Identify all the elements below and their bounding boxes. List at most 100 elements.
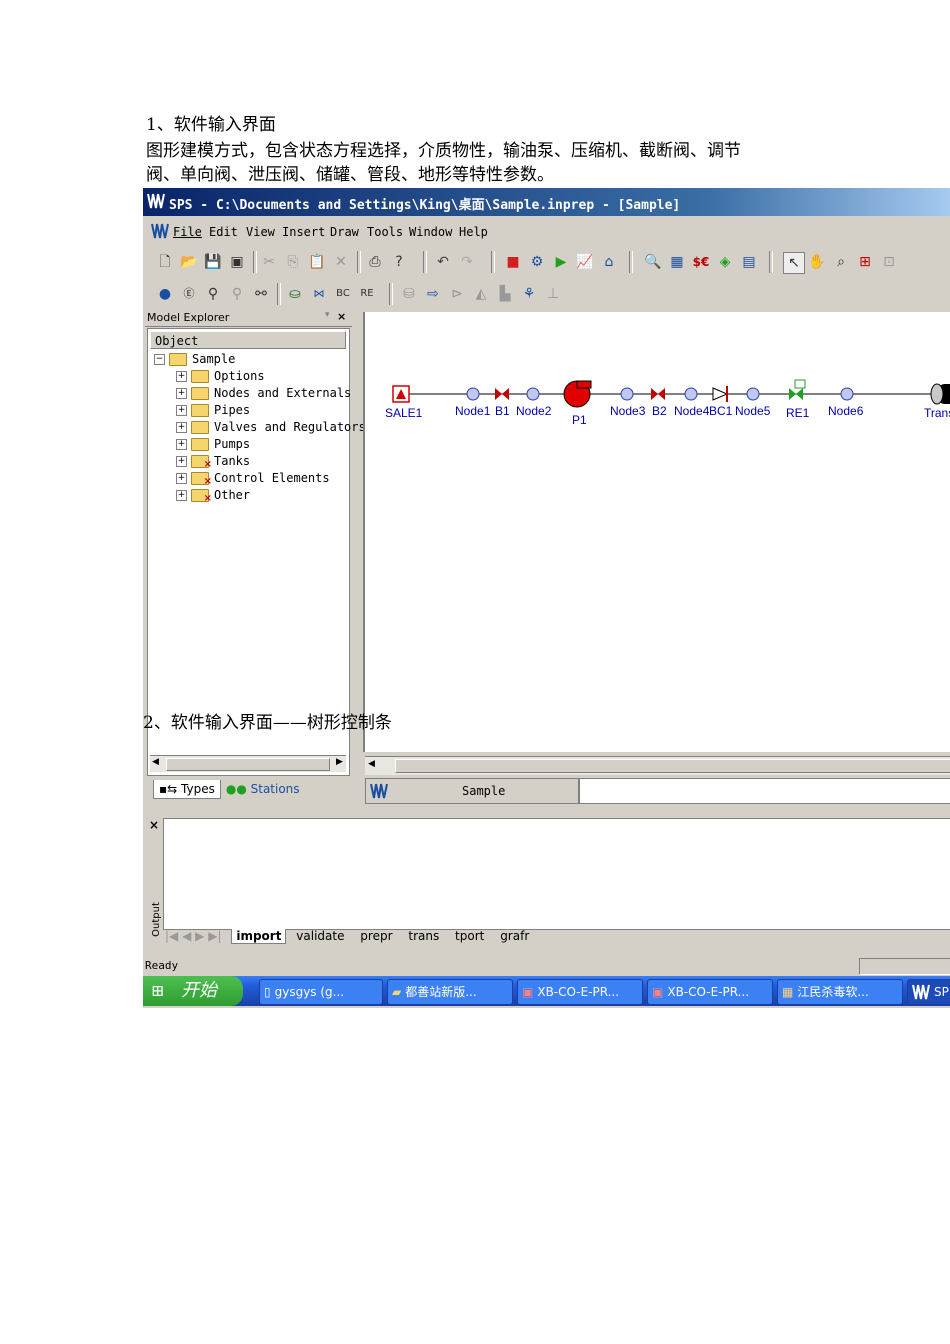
task-folder[interactable]: ▰ 都善站新版... [387,979,513,1005]
expand-icon[interactable]: + [176,371,187,382]
components-icon[interactable]: ■ [503,252,523,272]
tree-item-valves[interactable]: + Valves and Regulators [176,419,366,436]
expand-icon[interactable]: + [176,490,187,501]
delete-icon[interactable]: ✕ [331,252,351,272]
print-icon[interactable]: ⎙ [365,252,385,272]
regulator-icon[interactable]: RE [357,284,377,304]
external-icon[interactable]: Ⓔ [179,284,199,304]
tree-root[interactable]: − Sample [154,351,235,368]
menu-window[interactable]: Window [409,225,452,239]
valve-group-icon[interactable]: ⊳ [447,284,467,304]
tab-nav-last-icon[interactable]: ▶| [208,929,221,943]
cut-icon[interactable]: ✂ [259,252,279,272]
block-valve-icon[interactable]: ⋈ [309,284,329,304]
zoom-window-icon[interactable]: ⊞ [855,252,875,272]
task-gysgys[interactable]: ▯ gysgys (g... [259,979,383,1005]
horizontal-scrollbar[interactable]: ◀ ▶ [150,755,346,772]
control-element-icon[interactable]: ⊥ [543,284,563,304]
redo-icon[interactable]: ↷ [457,252,477,272]
tree-item-options[interactable]: + Options [176,368,265,385]
pointer-select-icon[interactable]: ↖ [783,252,805,274]
scroll-left-icon[interactable]: ◀ [152,757,159,767]
pan-hand-icon[interactable]: ✋ [807,252,827,272]
scroll-right-icon[interactable]: ▶ [336,757,343,767]
expand-icon[interactable]: + [176,388,187,399]
pump-icon[interactable]: ⛀ [285,284,305,304]
object-column-header[interactable]: Object [150,331,346,349]
pipe-disabled-icon[interactable]: ⚲ [227,284,247,304]
pipe-icon[interactable]: ⚲ [203,284,223,304]
expand-icon[interactable]: + [176,439,187,450]
network-icon[interactable]: ⚘ [519,284,539,304]
undo-icon[interactable]: ↶ [433,252,453,272]
tree-item-other[interactable]: + Other [176,487,250,507]
check-pipe-icon[interactable]: ⚯ [251,284,271,304]
zoom-icon[interactable]: ⌕ [831,252,851,272]
task-pdf-1[interactable]: ▣ XB-CO-E-PR... [517,979,643,1005]
menu-draw[interactable]: Draw [330,225,359,239]
calculator-icon[interactable]: ▦ [667,252,687,272]
tab-validate[interactable]: validate [290,929,350,943]
tab-types[interactable]: ▪⇆ Types [153,780,221,799]
run-icon[interactable]: ▶ [551,252,571,272]
tree-item-control[interactable]: + Control Elements [176,470,330,490]
expand-icon[interactable]: + [176,422,187,433]
menu-edit[interactable]: Edit [209,225,238,239]
check-valve-icon[interactable]: BC [333,284,353,304]
settings-gear-icon[interactable]: ⚙ [527,252,547,272]
scroll-thumb[interactable] [395,759,950,773]
tree-item-tanks[interactable]: + Tanks [176,453,250,473]
task-pdf-2[interactable]: ▣ XB-CO-E-PR... [647,979,773,1005]
copy-icon[interactable]: ⎘ [283,252,303,272]
menu-file[interactable]: File [173,225,202,239]
start-button[interactable]: ⊞ 开始 [143,976,243,1006]
tab-prepr[interactable]: prepr [354,929,398,943]
report-icon[interactable]: ▤ [739,252,759,272]
output-text-area[interactable] [163,818,950,930]
menu-help[interactable]: Help [459,225,488,239]
expand-icon[interactable]: + [176,473,187,484]
tree-item-pumps[interactable]: + Pumps [176,436,250,453]
node-icon[interactable]: ● [155,284,175,304]
trend-chart-icon[interactable]: 📈 [575,252,595,272]
expand-icon[interactable]: + [176,456,187,467]
tab-tport[interactable]: tport [449,929,490,943]
close-icon[interactable]: × [149,818,159,832]
scroll-thumb[interactable] [166,758,330,771]
tab-grafr[interactable]: grafr [494,929,535,943]
tree-item-pipes[interactable]: + Pipes [176,402,250,419]
task-antivirus[interactable]: ▦ 江民杀毒软... [777,979,903,1005]
new-file-icon[interactable]: 🗋 [155,252,175,272]
tree-item-nodes[interactable]: + Nodes and Externals [176,385,351,402]
zoom-extents-icon[interactable]: ⊡ [879,252,899,272]
flow-diagram-canvas[interactable]: SALE1 Node1 B1 Node2 P1 Node3 B2 Node4 B… [363,312,950,752]
scroll-left-icon[interactable]: ◀ [368,759,375,769]
open-folder-icon[interactable]: 📂 [179,252,199,272]
close-icon[interactable]: × [337,310,346,323]
menu-tools[interactable]: Tools [367,225,403,239]
menu-view[interactable]: View [246,225,275,239]
canvas-horizontal-scrollbar[interactable]: ◀ [365,756,950,775]
tab-nav-first-icon[interactable]: |◀ [165,929,178,943]
collapse-icon[interactable]: − [154,354,165,365]
elevation-profile-icon[interactable]: ◭ [471,284,491,304]
paste-icon[interactable]: 📋 [307,252,327,272]
station-icon[interactable]: ⌂ [599,252,619,272]
compressor-icon[interactable]: ▙ [495,284,515,304]
tab-stations[interactable]: ●● Stations [221,780,305,798]
tab-trans[interactable]: trans [402,929,445,943]
tank-icon[interactable]: ⛁ [399,284,419,304]
tab-nav-next-icon[interactable]: ▶ [195,929,204,943]
expand-icon[interactable]: + [176,405,187,416]
currency-icon[interactable]: $€ [691,252,711,272]
save-icon[interactable]: 💾 [203,252,223,272]
document-tab[interactable]: Sample [365,778,579,804]
menu-insert[interactable]: Insert [282,225,325,239]
task-sps[interactable]: SP [907,979,950,1005]
help-context-icon[interactable]: ? [389,252,409,272]
dropdown-arrow-icon[interactable]: ▾ [325,310,330,320]
map-icon[interactable]: ◈ [715,252,735,272]
save-all-icon[interactable]: ▣ [227,252,247,272]
tab-nav-prev-icon[interactable]: ◀ [182,929,191,943]
arrow-right-icon[interactable]: ⇨ [423,284,443,304]
